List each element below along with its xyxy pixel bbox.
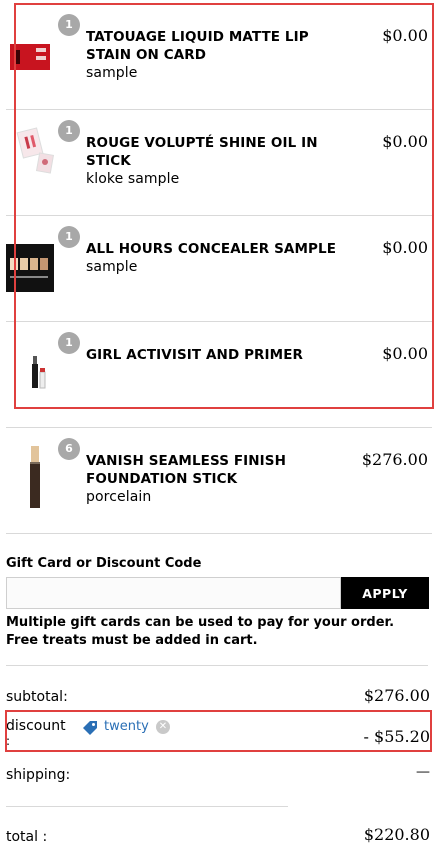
discount-highlight-box [5, 710, 432, 752]
shipping-label: shipping: [6, 767, 71, 783]
product-thumbnail [6, 428, 54, 512]
quantity-badge: 6 [58, 438, 80, 460]
gift-card-note: Multiple gift cards can be used to pay f… [6, 615, 395, 648]
cart-item: 6 VANISH SEAMLESS FINISH FOUNDATION STIC… [6, 428, 432, 534]
product-price: $276.00 [361, 450, 428, 469]
product-name: VANISH SEAMLESS FINISH FOUNDATION STICK … [86, 452, 336, 506]
divider [6, 665, 428, 666]
gift-card-input[interactable] [6, 577, 341, 609]
product-name-text: VANISH SEAMLESS FINISH FOUNDATION STICK [86, 453, 286, 487]
subtotal-value: $276.00 [363, 686, 430, 705]
samples-highlight-box [14, 3, 434, 409]
product-variant: porcelain [86, 489, 152, 505]
gift-card-label: Gift Card or Discount Code [6, 556, 202, 571]
subtotal-label: subtotal: [6, 689, 68, 705]
total-label: total : [6, 829, 48, 845]
apply-button[interactable]: APPLY [341, 577, 429, 609]
divider [6, 806, 288, 807]
shipping-value: — [416, 764, 430, 780]
total-value: $220.80 [363, 825, 430, 844]
